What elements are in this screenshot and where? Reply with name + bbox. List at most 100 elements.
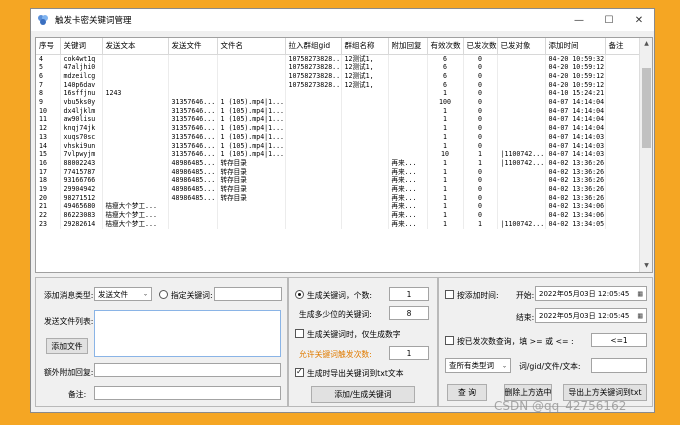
by-sent-checkbox[interactable]	[445, 336, 454, 345]
table-cell: 再来...	[388, 185, 428, 194]
query-type-select[interactable]: 查所有类型词 ⌄	[445, 358, 511, 373]
table-cell	[102, 193, 169, 203]
specify-keyword-radio[interactable]	[159, 290, 168, 299]
column-header[interactable]: 文件名	[217, 38, 286, 55]
query-field-input[interactable]	[591, 358, 647, 373]
table-cell: 0	[463, 89, 498, 99]
table-row[interactable]: 4 cok4wt1q 10758273828... 12测试1, 6 0 04-20 10:…	[36, 54, 641, 64]
add-file-button[interactable]: 添加文件	[46, 338, 88, 354]
table-cell	[497, 167, 546, 177]
table-row[interactable]: 22 86223083 桔瘦大个梦工... 再来... 1 0 04-02 13:34:06	[36, 211, 641, 220]
table-row[interactable]: 7 140p6dav 10758273828... 12测试1, 6 0 04-20 10:…	[36, 80, 641, 90]
table-cell	[168, 54, 218, 64]
table-row[interactable]: 17 77415787 48986485... 转存目录 再来... 1 0 04-02 13…	[36, 167, 641, 177]
table-cell	[285, 150, 342, 159]
table-cell	[102, 185, 169, 194]
chevron-down-icon: ⌄	[142, 290, 148, 298]
query-button[interactable]: 查 询	[447, 384, 487, 401]
table-cell: 0	[463, 185, 498, 194]
scrollbar-thumb[interactable]	[642, 68, 651, 148]
column-header[interactable]: 添加时间	[545, 38, 606, 55]
table-row[interactable]: 15 7vlpwyjm 31357646... 1 (105).mp4|1... 10 1…	[36, 150, 641, 159]
column-header[interactable]: 已发对象	[497, 38, 546, 55]
table-cell: 1	[427, 167, 464, 177]
table-vertical-scrollbar[interactable]: ▲ ▼	[639, 38, 652, 272]
table-row[interactable]: 13 xuqs70sc 31357646... 1 (105).mp4|1... 1 0 0…	[36, 132, 641, 142]
by-time-checkbox[interactable]	[445, 290, 454, 299]
table-cell	[605, 193, 641, 203]
table-cell	[388, 132, 428, 142]
table-row[interactable]: 14 vhski9un 31357646... 1 (105).mp4|1... 1 0 0…	[36, 141, 641, 151]
column-header[interactable]: 发送文本	[102, 38, 169, 55]
table-row[interactable]: 16 88002243 48986485... 转存目录 再来... 1 1 |1100742…	[36, 158, 641, 168]
table-cell: 04-20 10:59:12	[545, 63, 606, 72]
table-cell: 1	[427, 202, 464, 212]
minimize-button[interactable]: —	[564, 9, 594, 31]
sent-count-input[interactable]: <=1	[591, 333, 647, 347]
table-row[interactable]: 6 mdzeilcg 10758273828... 12测试1, 6 0 04-20 10:…	[36, 71, 641, 81]
table-cell: 1 (105).mp4|1...	[217, 124, 286, 133]
close-button[interactable]: ✕	[624, 9, 654, 31]
table-cell	[102, 150, 169, 159]
table-row[interactable]: 18 93166766 48986485... 转存目录 再来... 1 0 04-02 13…	[36, 176, 641, 186]
column-header[interactable]: 序号	[36, 38, 61, 55]
table-row[interactable]: 11 aw90lisu 31357646... 1 (105).mp4|1... 1 0 0…	[36, 115, 641, 125]
start-date-picker[interactable]: 2022年05月03日 12:05:45 ▦	[535, 286, 647, 301]
table-cell: 1	[427, 176, 464, 186]
table-row[interactable]: 10 dx4ljklm 31357646... 1 (105).mp4|1... 1 0 0…	[36, 106, 641, 116]
gen-length-input[interactable]: 8	[389, 306, 429, 320]
table-cell: 0	[463, 141, 498, 151]
digits-only-checkbox[interactable]	[295, 329, 304, 338]
allow-count-input[interactable]: 1	[389, 346, 429, 360]
gen-count-input[interactable]: 1	[389, 287, 429, 301]
calendar-icon[interactable]: ▦	[637, 312, 643, 319]
column-header[interactable]: 群组名称	[341, 38, 389, 55]
remark-input[interactable]	[94, 386, 281, 400]
end-date-picker[interactable]: 2022年05月03日 12:05:45 ▦	[535, 308, 647, 323]
table-cell: 12测试1,	[341, 63, 389, 72]
table-cell: 31357646...	[168, 98, 218, 107]
table-row[interactable]: 5 47aljhi0 10758273828... 12测试1, 6 0 04-20 10:…	[36, 63, 641, 72]
table-cell: 48986485...	[168, 167, 218, 177]
export-txt-checkbox[interactable]	[295, 367, 304, 377]
column-header[interactable]: 附加回复	[388, 38, 428, 55]
specify-keyword-input[interactable]	[214, 287, 282, 301]
keyword-table[interactable]: 序号 关键词 发送文本 发送文件 文件名 拉入群组gid 群组名称 附加回复 有效次数 已发次数已…	[35, 37, 653, 273]
table-cell	[102, 141, 169, 151]
maximize-button[interactable]: ☐	[594, 9, 624, 31]
add-generate-button[interactable]: 添加/生成关键词	[311, 386, 415, 403]
table-row[interactable]: 8 16sffjnu 1243 1 0 04-10 15:24:21	[36, 89, 641, 99]
scroll-up-icon[interactable]: ▲	[640, 38, 652, 50]
table-row[interactable]: 23 29282614 桔瘦大个梦工... 再来... 1 1 |1100742... 04-…	[36, 219, 641, 229]
table-cell: 29282614	[60, 219, 103, 229]
column-header[interactable]: 备注	[605, 38, 641, 55]
msg-type-select[interactable]: 发送文件 ⌄	[94, 287, 152, 301]
scroll-down-icon[interactable]: ▼	[640, 260, 652, 272]
table-cell: 12测试1,	[341, 71, 389, 81]
calendar-icon[interactable]: ▦	[637, 290, 643, 297]
table-cell: 04-02 13:36:26	[545, 158, 606, 168]
table-cell	[605, 211, 641, 220]
extra-reply-input[interactable]	[94, 363, 281, 377]
table-row[interactable]: 21 49465680 桔瘦大个梦工... 再来... 1 0 04-02 13:34:06	[36, 202, 641, 212]
generate-keyword-radio[interactable]	[295, 290, 304, 299]
table-cell: 04-02 13:34:05	[545, 219, 606, 229]
table-row[interactable]: 19 29904942 48986485... 转存目录 再来... 1 0 04-02 13…	[36, 185, 641, 194]
column-header[interactable]: 拉入群组gid	[285, 38, 342, 55]
table-cell	[285, 141, 342, 151]
file-list-textarea[interactable]	[94, 310, 281, 357]
table-row[interactable]: 9 vbu5ks0y 31357646... 1 (105).mp4|1... 100 0…	[36, 98, 641, 107]
column-header[interactable]: 关键词	[60, 38, 103, 55]
column-header[interactable]: 有效次数	[427, 38, 464, 55]
table-cell	[285, 89, 342, 99]
table-cell	[605, 141, 641, 151]
table-cell: 13	[36, 132, 61, 142]
column-header[interactable]: 已发次数	[463, 38, 498, 55]
table-cell: 47aljhi0	[60, 63, 103, 72]
table-row[interactable]: 20 98271512 48986485... 转存目录 再来... 1 0 04-02 13…	[36, 193, 641, 203]
table-cell: 18	[36, 176, 61, 186]
table-row[interactable]: 12 knqj74jk 31357646... 1 (105).mp4|1... 1 0 0…	[36, 124, 641, 133]
table-cell: 0	[463, 193, 498, 203]
table-cell: 1 (105).mp4|1...	[217, 132, 286, 142]
column-header[interactable]: 发送文件	[168, 38, 218, 55]
